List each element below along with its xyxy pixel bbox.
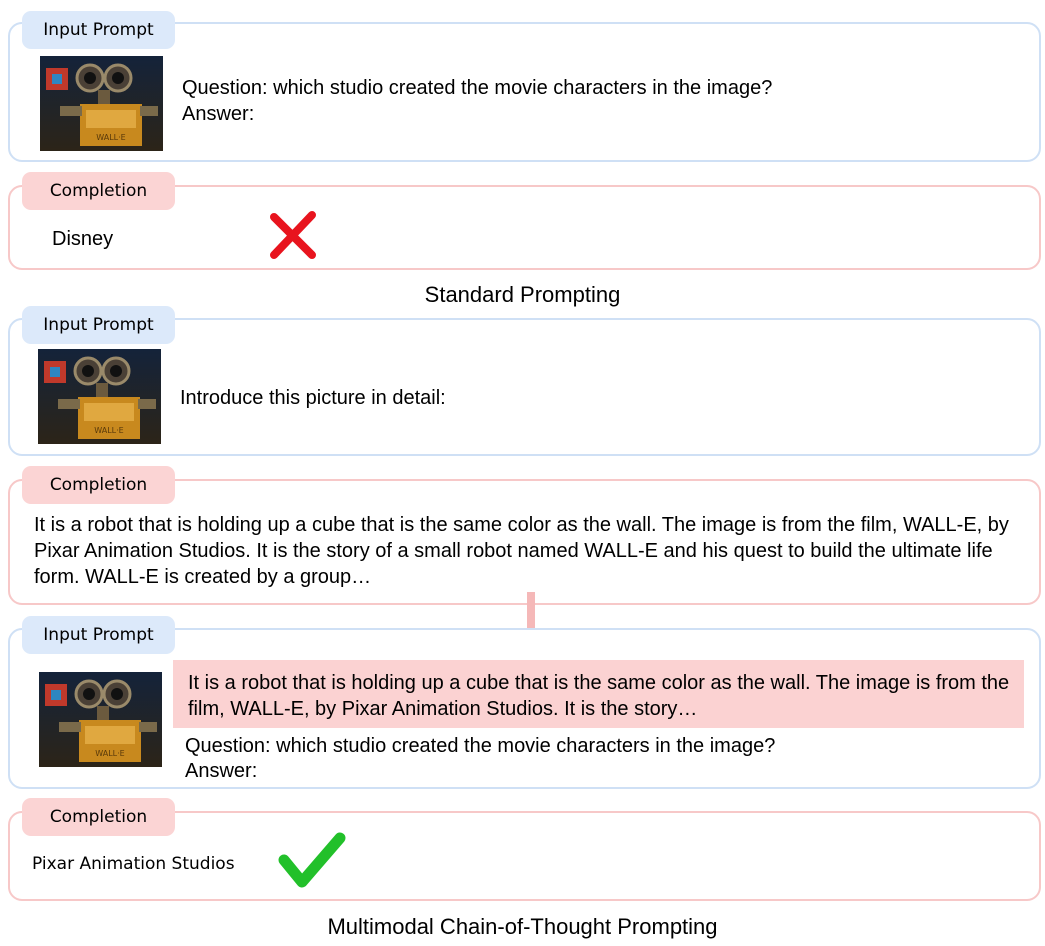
walle-image: WALL·E bbox=[39, 672, 162, 767]
cot-step2-question: Question: which studio created the movie… bbox=[185, 735, 776, 757]
standard-completion-text: Disney bbox=[52, 228, 114, 250]
walle-image: WALL·E bbox=[40, 56, 163, 151]
svg-text:WALL·E: WALL·E bbox=[94, 426, 123, 435]
svg-text:WALL·E: WALL·E bbox=[95, 749, 124, 758]
cot-caption: Multimodal Chain-of-Thought Prompting bbox=[327, 914, 718, 939]
standard-answer-label: Answer: bbox=[182, 103, 255, 125]
cot-step1-completion-tag: Completion bbox=[22, 466, 175, 504]
cot-step1-input-tag: Input Prompt bbox=[22, 306, 175, 344]
check-icon bbox=[278, 832, 346, 888]
standard-caption: Standard Prompting bbox=[424, 282, 621, 307]
standard-question: Question: which studio created the movie… bbox=[182, 77, 773, 99]
standard-input-tag: Input Prompt bbox=[22, 11, 175, 49]
walle-image: WALL·E bbox=[38, 349, 161, 444]
cot-step1-prompt: Introduce this picture in detail: bbox=[180, 387, 446, 409]
cot-step2-completion-text: Pixar Animation Studios bbox=[32, 854, 235, 874]
svg-text:WALL·E: WALL·E bbox=[96, 133, 125, 142]
cot-step2-answer-label: Answer: bbox=[185, 760, 258, 782]
cross-icon bbox=[270, 211, 316, 259]
cot-step2-rationale: It is a robot that is holding up a cube … bbox=[188, 672, 1010, 720]
cot-step2-input-tag: Input Prompt bbox=[22, 616, 175, 654]
standard-completion-tag: Completion bbox=[22, 172, 175, 210]
cot-step2-completion-tag: Completion bbox=[22, 798, 175, 836]
cot-step1-completion-text: It is a robot that is holding up a cube … bbox=[34, 514, 1009, 588]
